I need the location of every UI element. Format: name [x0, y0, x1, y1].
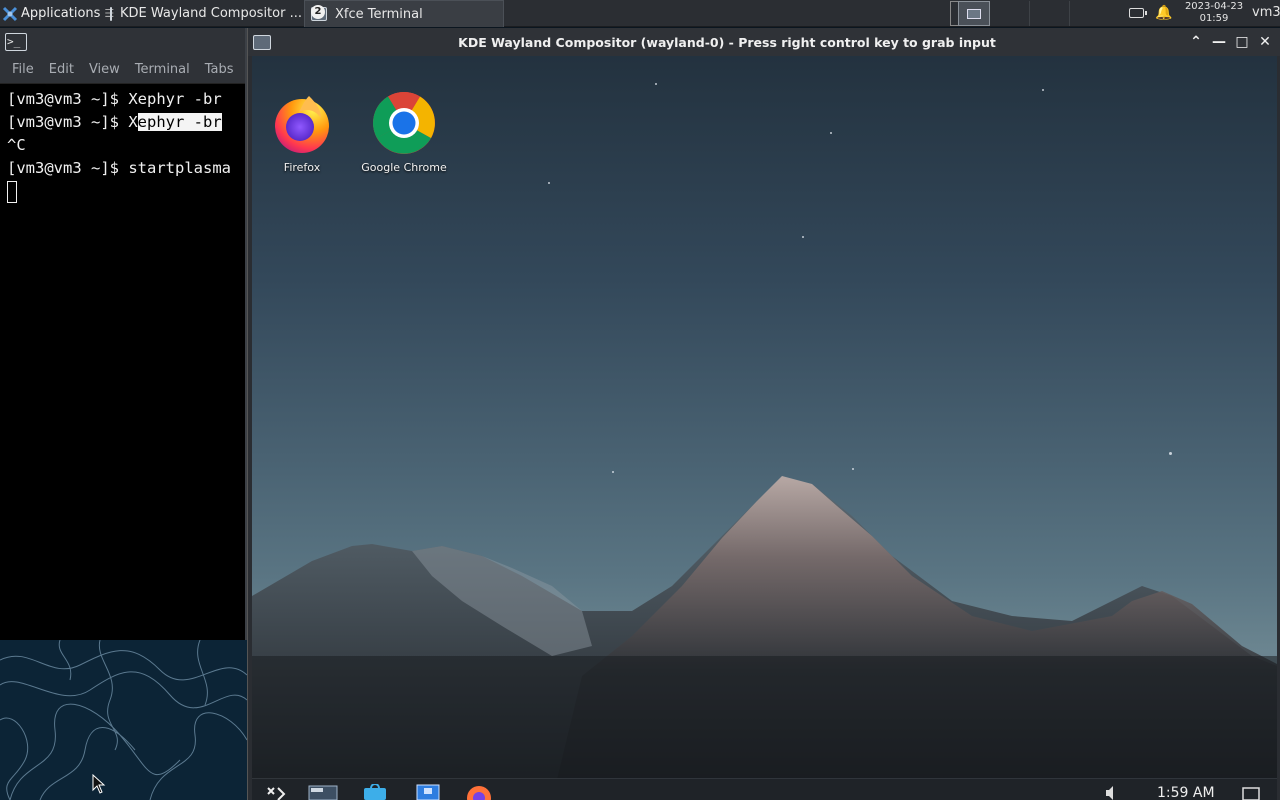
- terminal-line: [vm3@vm3 ~]$ Xephyr -br: [7, 111, 245, 134]
- chrome-icon: [373, 92, 435, 154]
- prompt: [vm3@vm3 ~]$: [7, 113, 129, 131]
- terminal-line: [vm3@vm3 ~]$ startplasma: [7, 157, 245, 180]
- menu-tabs[interactable]: Tabs: [205, 62, 234, 77]
- terminal-menubar: File Edit View Terminal Tabs: [0, 56, 245, 84]
- kde-wayland-window[interactable]: KDE Wayland Compositor (wayland-0) - Pre…: [247, 28, 1280, 800]
- applications-label: Applications: [21, 6, 101, 21]
- task-label: KDE Wayland Compositor ...: [120, 6, 302, 21]
- terminal-icon: >_: [5, 33, 27, 51]
- minimize-button[interactable]: —: [1209, 32, 1229, 52]
- workspace-window-thumbnail: [967, 8, 981, 19]
- top-panel: Applications ☰ KDE Wayland Compositor ..…: [0, 0, 1280, 27]
- window-title: KDE Wayland Compositor (wayland-0) - Pre…: [458, 35, 996, 50]
- volume-icon[interactable]: [1104, 784, 1120, 800]
- firefox-taskbar-icon[interactable]: [464, 784, 494, 800]
- shade-button[interactable]: ⌃: [1186, 32, 1206, 52]
- xfce-logo-icon: [2, 6, 18, 21]
- desktop-icon-label: Firefox: [283, 161, 321, 174]
- group-count-badge: 2: [311, 5, 325, 19]
- applications-menu-button[interactable]: Applications ☰: [0, 0, 114, 27]
- maximize-button[interactable]: □: [1232, 32, 1252, 52]
- workspace-3[interactable]: [990, 1, 1030, 26]
- menu-file[interactable]: File: [12, 62, 34, 77]
- firefox-icon: [275, 96, 329, 153]
- workspace-4[interactable]: [1030, 1, 1070, 26]
- terminal-line: [7, 180, 245, 203]
- selected-text: ephyr -br: [137, 113, 222, 131]
- task-label: Xfce Terminal: [335, 6, 423, 22]
- wallpaper-pattern: [0, 640, 247, 800]
- mouse-pointer-icon: [92, 774, 106, 794]
- plasma-panel: 1:59 AM: [252, 778, 1277, 800]
- terminal-window[interactable]: >_ File Edit View Terminal Tabs [vm3@vm3…: [0, 28, 247, 640]
- pager-icon[interactable]: [308, 784, 338, 800]
- show-desktop-icon[interactable]: [1242, 784, 1260, 800]
- panel-clock[interactable]: 2023-04-23 01:59: [1178, 1, 1250, 25]
- terminal-output[interactable]: [vm3@vm3 ~]$ Xephyr -br [vm3@vm3 ~]$ Xeph…: [0, 84, 245, 203]
- workspace-2[interactable]: [958, 1, 990, 26]
- desktop-icon-label: Google Chrome: [361, 161, 447, 174]
- text-cursor: [7, 181, 17, 203]
- menu-edit[interactable]: Edit: [49, 62, 74, 77]
- command: X: [128, 113, 138, 131]
- terminal-line: [vm3@vm3 ~]$ Xephyr -br: [7, 88, 245, 111]
- desktop-icon-firefox[interactable]: Firefox: [257, 90, 347, 174]
- file-manager-icon[interactable]: [416, 784, 440, 800]
- plasma-desktop[interactable]: Firefox Google Chrome 1:59 AM: [252, 56, 1277, 800]
- app-launcher-icon[interactable]: [264, 784, 288, 800]
- plasma-clock[interactable]: 1:59 AM: [1157, 785, 1215, 800]
- task-kde-wayland[interactable]: KDE Wayland Compositor ...: [104, 0, 304, 27]
- host-desktop-wallpaper[interactable]: [0, 640, 247, 800]
- close-button[interactable]: ✕: [1255, 32, 1275, 52]
- menu-view[interactable]: View: [89, 62, 120, 77]
- notification-bell-icon[interactable]: 🔔: [1155, 5, 1172, 21]
- terminal-line: ^C: [7, 136, 26, 154]
- window-icon: [110, 6, 112, 21]
- prompt: [vm3@vm3 ~]$: [7, 90, 129, 108]
- workspace-1[interactable]: [950, 1, 958, 26]
- discover-store-icon[interactable]: [362, 784, 388, 800]
- task-xfce-terminal[interactable]: 2 Xfce Terminal: [304, 0, 504, 27]
- terminal-titlebar[interactable]: >_: [0, 28, 245, 56]
- battery-icon[interactable]: [1129, 8, 1147, 18]
- command: Xephyr -br: [128, 90, 222, 108]
- menu-terminal[interactable]: Terminal: [135, 62, 190, 77]
- prompt: [vm3@vm3 ~]$: [7, 159, 129, 177]
- command: startplasma: [128, 159, 231, 177]
- kde-window-titlebar[interactable]: KDE Wayland Compositor (wayland-0) - Pre…: [248, 28, 1280, 56]
- user-menu[interactable]: vm3: [1252, 5, 1280, 20]
- clock-date: 2023-04-23: [1184, 1, 1244, 12]
- desktop-icon-chrome[interactable]: Google Chrome: [359, 90, 449, 174]
- clock-time: 01:59: [1199, 13, 1229, 24]
